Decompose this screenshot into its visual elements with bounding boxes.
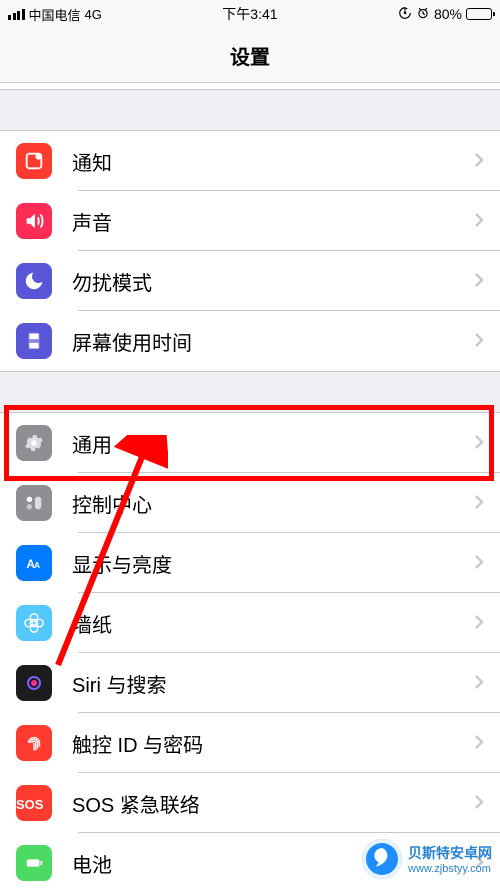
settings-row-general[interactable]: 通用 bbox=[0, 413, 500, 473]
row-label: 声音 bbox=[72, 207, 474, 236]
page-title: 设置 bbox=[230, 41, 270, 70]
chevron-right-icon bbox=[474, 150, 484, 172]
row-label: 通知 bbox=[72, 147, 474, 176]
settings-row-sos[interactable]: SOS SOS 紧急联络 bbox=[0, 773, 500, 833]
status-left: 中国电信 4G bbox=[8, 5, 102, 24]
network-label: 4G bbox=[85, 7, 102, 22]
carrier-label: 中国电信 bbox=[29, 5, 81, 24]
status-right: 80% bbox=[398, 6, 492, 23]
chevron-right-icon bbox=[474, 612, 484, 634]
chevron-right-icon bbox=[474, 552, 484, 574]
battery-icon bbox=[466, 8, 492, 20]
row-label: 触控 ID 与密码 bbox=[72, 729, 474, 758]
chevron-right-icon bbox=[474, 210, 484, 232]
sounds-icon bbox=[16, 203, 52, 239]
dnd-icon bbox=[16, 263, 52, 299]
settings-row-siri[interactable]: Siri 与搜索 bbox=[0, 653, 500, 713]
display-icon: AA bbox=[16, 545, 52, 581]
settings-row-sounds[interactable]: 声音 bbox=[0, 191, 500, 251]
row-label: 控制中心 bbox=[72, 489, 474, 518]
chevron-right-icon bbox=[474, 330, 484, 352]
row-label: Siri 与搜索 bbox=[72, 669, 474, 698]
controlcenter-icon bbox=[16, 485, 52, 521]
nav-bar: 设置 bbox=[0, 28, 500, 83]
row-label: 墙纸 bbox=[72, 609, 474, 638]
settings-row-notifications[interactable]: 通知 bbox=[0, 131, 500, 191]
settings-row-dnd[interactable]: 勿扰模式 bbox=[0, 251, 500, 311]
watermark-url: www.zjbstyy.com bbox=[408, 863, 492, 875]
settings-row-wallpaper[interactable]: 墙纸 bbox=[0, 593, 500, 653]
svg-text:A: A bbox=[34, 560, 40, 570]
settings-row-truncated[interactable] bbox=[0, 83, 500, 89]
row-label: 显示与亮度 bbox=[72, 549, 474, 578]
settings-row-touchid[interactable]: 触控 ID 与密码 bbox=[0, 713, 500, 773]
wallpaper-icon bbox=[16, 605, 52, 641]
signal-icon bbox=[8, 9, 25, 20]
chevron-right-icon bbox=[474, 672, 484, 694]
chevron-right-icon bbox=[474, 492, 484, 514]
status-bar: 中国电信 4G 下午3:41 80% bbox=[0, 0, 500, 28]
settings-row-screentime[interactable]: 屏幕使用时间 bbox=[0, 311, 500, 371]
row-label: 屏幕使用时间 bbox=[72, 327, 474, 356]
chevron-right-icon bbox=[474, 732, 484, 754]
screentime-icon bbox=[16, 323, 52, 359]
settings-row-controlcenter[interactable]: 控制中心 bbox=[0, 473, 500, 533]
general-icon bbox=[16, 425, 52, 461]
row-label: 勿扰模式 bbox=[72, 267, 474, 296]
battery-icon bbox=[16, 845, 52, 881]
watermark-logo-icon bbox=[362, 839, 402, 879]
battery-pct-label: 80% bbox=[434, 6, 462, 22]
clock-label: 下午3:41 bbox=[222, 4, 277, 24]
svg-text:SOS: SOS bbox=[16, 797, 44, 812]
settings-scroll[interactable]: 通知声音勿扰模式屏幕使用时间通用控制中心 AA 显示与亮度墙纸 Siri 与搜索触控 … bbox=[0, 83, 500, 889]
settings-row-display[interactable]: AA 显示与亮度 bbox=[0, 533, 500, 593]
watermark-site: 贝斯特安卓网 bbox=[408, 843, 492, 863]
sos-icon: SOS bbox=[16, 785, 52, 821]
row-label: SOS 紧急联络 bbox=[72, 789, 474, 818]
chevron-right-icon bbox=[474, 432, 484, 454]
alarm-icon bbox=[416, 6, 430, 23]
siri-icon bbox=[16, 665, 52, 701]
orientation-lock-icon bbox=[398, 6, 412, 23]
chevron-right-icon bbox=[474, 792, 484, 814]
touchid-icon bbox=[16, 725, 52, 761]
chevron-right-icon bbox=[474, 270, 484, 292]
notifications-icon bbox=[16, 143, 52, 179]
watermark: 贝斯特安卓网 www.zjbstyy.com bbox=[362, 839, 492, 879]
row-label: 通用 bbox=[72, 429, 474, 458]
